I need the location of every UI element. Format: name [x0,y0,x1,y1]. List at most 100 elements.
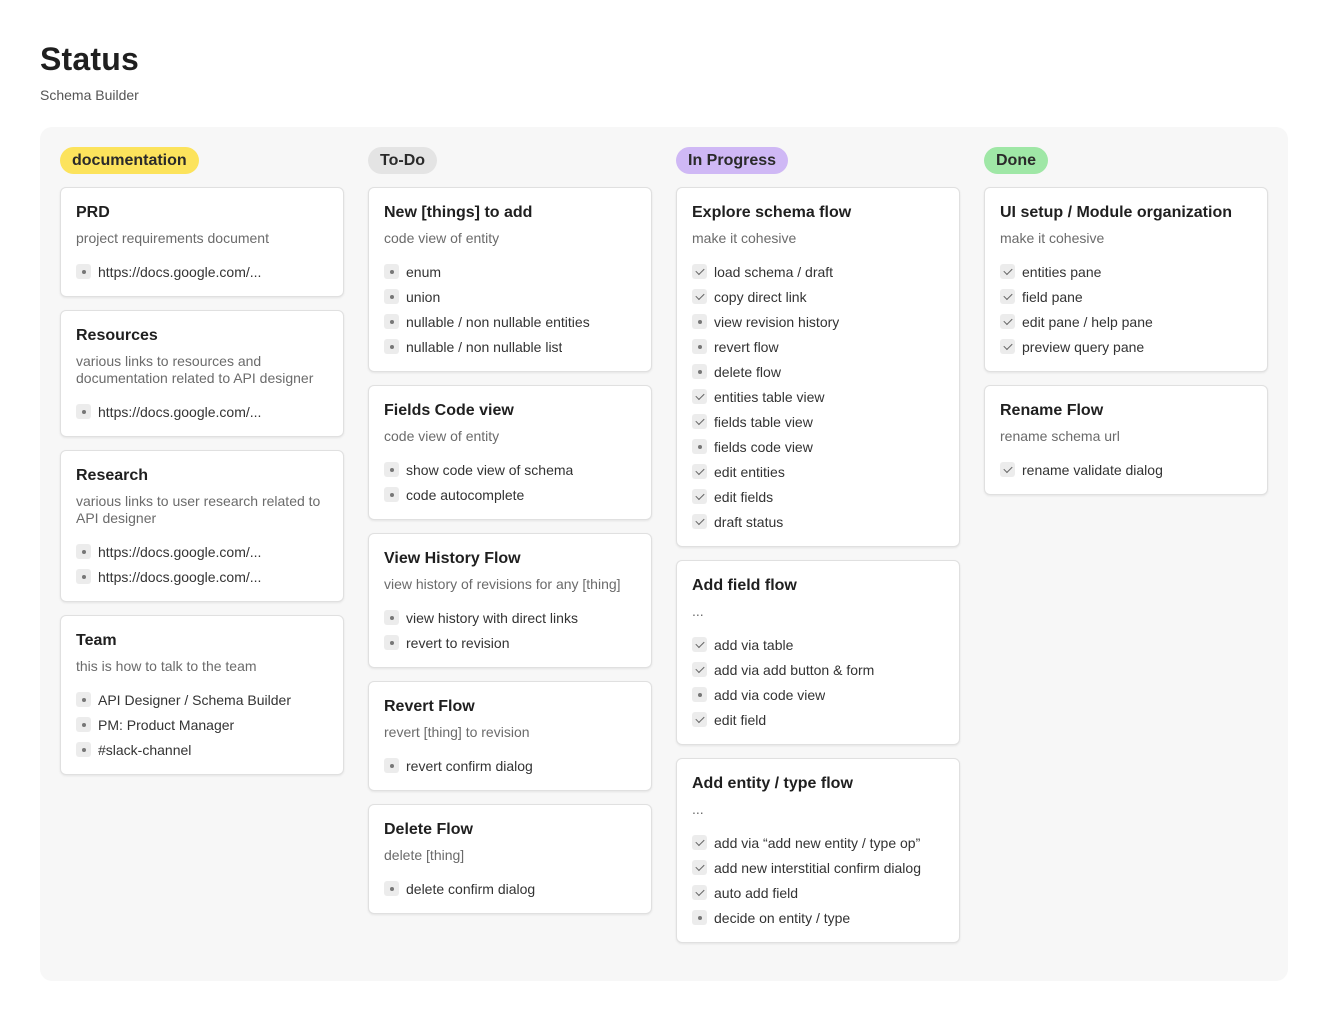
checklist-item: copy direct link [692,288,944,305]
bullet-icon[interactable] [692,439,707,454]
checklist-item: delete flow [692,363,944,380]
check-icon[interactable] [692,389,707,404]
bullet-icon[interactable] [384,314,399,329]
card-team[interactable]: Team this is how to talk to the team API D… [60,615,344,775]
card-ui-setup-module-organization[interactable]: UI setup / Module organization make it co… [984,187,1268,372]
bullet-icon[interactable] [384,339,399,354]
check-icon[interactable] [1000,289,1015,304]
checklist-item: https://docs.google.com/... [76,568,328,585]
card-add-entity-type-flow[interactable]: Add entity / type flow... add via “add ne… [676,758,960,943]
card-revert-flow[interactable]: Revert Flow revert [thing] to revision rev… [368,681,652,791]
column-label-badge: documentation [60,147,199,174]
check-icon[interactable] [692,637,707,652]
card-description: ... [692,801,704,817]
check-icon[interactable] [692,885,707,900]
card-list: PRD project requirements document https://… [60,187,344,775]
checklist-item: enum [384,263,636,280]
card-new-things-to-add[interactable]: New [things] to add code view of entity en… [368,187,652,372]
bullet-icon[interactable] [384,881,399,896]
card-delete-flow[interactable]: Delete Flow delete [thing] delete confirm … [368,804,652,914]
checklist-item-text: entities table view [714,388,825,405]
check-icon[interactable] [692,489,707,504]
bullet-icon[interactable] [384,487,399,502]
card-rename-flow[interactable]: Rename Flow rename schema url rename valid… [984,385,1268,495]
checklist-item-text: copy direct link [714,288,807,305]
bullet-icon[interactable] [76,692,91,707]
check-icon[interactable] [692,835,707,850]
check-icon[interactable] [1000,264,1015,279]
bullet-icon[interactable] [384,264,399,279]
column-label-badge: In Progress [676,147,789,174]
card-title: Research [76,467,149,484]
checklist-item: auto add field [692,884,944,901]
checklist-item: decide on entity / type [692,909,944,926]
checklist-item: revert flow [692,338,944,355]
checklist-item-text: revert to revision [406,634,510,651]
checklist-item: revert confirm dialog [384,757,636,774]
card-fields-code-view[interactable]: Fields Code view code view of entity show … [368,385,652,520]
column-label-badge: Done [984,147,1048,174]
bullet-icon[interactable] [76,742,91,757]
bullet-icon[interactable] [384,635,399,650]
check-icon[interactable] [692,414,707,429]
bullet-icon[interactable] [76,404,91,419]
bullet-icon[interactable] [384,758,399,773]
bullet-icon[interactable] [692,364,707,379]
card-description: make it cohesive [1000,230,1105,246]
bullet-icon[interactable] [384,289,399,304]
check-icon[interactable] [1000,314,1015,329]
check-icon[interactable] [1000,462,1015,477]
checklist-item-text: decide on entity / type [714,909,851,926]
card-checklist: https://docs.google.com/... [76,403,328,420]
bullet-icon[interactable] [384,462,399,477]
bullet-icon[interactable] [76,544,91,559]
check-icon[interactable] [692,464,707,479]
bullet-icon[interactable] [692,314,707,329]
checklist-item-text: https://docs.google.com/... [98,263,262,280]
bullet-icon[interactable] [692,687,707,702]
card-title: New [things] to add [384,204,533,221]
card-checklist: revert confirm dialog [384,757,636,774]
checklist-item: https://docs.google.com/... [76,543,328,560]
checklist-item-text: code autocomplete [406,486,525,503]
card-explore-schema-flow[interactable]: Explore schema flow make it cohesive load … [676,187,960,547]
check-icon[interactable] [692,662,707,677]
bullet-icon[interactable] [76,569,91,584]
card-view-history-flow[interactable]: View History Flow view history of revisio… [368,533,652,668]
checklist-item: fields table view [692,413,944,430]
card-description: view history of revisions for any [thing… [384,576,621,592]
checklist-item: fields code view [692,438,944,455]
checklist-item-text: edit entities [714,463,785,480]
checklist-item: draft status [692,513,944,530]
check-icon[interactable] [692,264,707,279]
check-icon[interactable] [1000,339,1015,354]
card-add-field-flow[interactable]: Add field flow... add via table add via ad… [676,560,960,745]
check-icon[interactable] [692,289,707,304]
checklist-item: add via add button & form [692,661,944,678]
card-prd[interactable]: PRD project requirements document https://… [60,187,344,297]
checklist-item: API Designer / Schema Builder [76,691,328,708]
checklist-item-text: PM: Product Manager [98,716,235,733]
check-icon[interactable] [692,514,707,529]
check-icon[interactable] [692,860,707,875]
checklist-item-text: view history with direct links [406,609,578,626]
checklist-item-text: fields code view [714,438,813,455]
card-resources[interactable]: Resources various links to resources and … [60,310,344,437]
checklist-item: field pane [1000,288,1252,305]
card-checklist: rename validate dialog [1000,461,1252,478]
checklist-item: rename validate dialog [1000,461,1252,478]
card-title: UI setup / Module organization [1000,204,1232,221]
checklist-item-text: revert confirm dialog [406,757,533,774]
bullet-icon[interactable] [384,610,399,625]
bullet-icon[interactable] [76,717,91,732]
checklist-item: #slack-channel [76,741,328,758]
check-icon[interactable] [692,712,707,727]
card-description: this is how to talk to the team [76,658,257,674]
column-documentation: documentation PRD project requirements doc… [60,147,344,788]
bullet-icon[interactable] [76,264,91,279]
checklist-item-text: show code view of schema [406,461,574,478]
card-research[interactable]: Research various links to user research r… [60,450,344,602]
bullet-icon[interactable] [692,910,707,925]
bullet-icon[interactable] [692,339,707,354]
checklist-item: view revision history [692,313,944,330]
